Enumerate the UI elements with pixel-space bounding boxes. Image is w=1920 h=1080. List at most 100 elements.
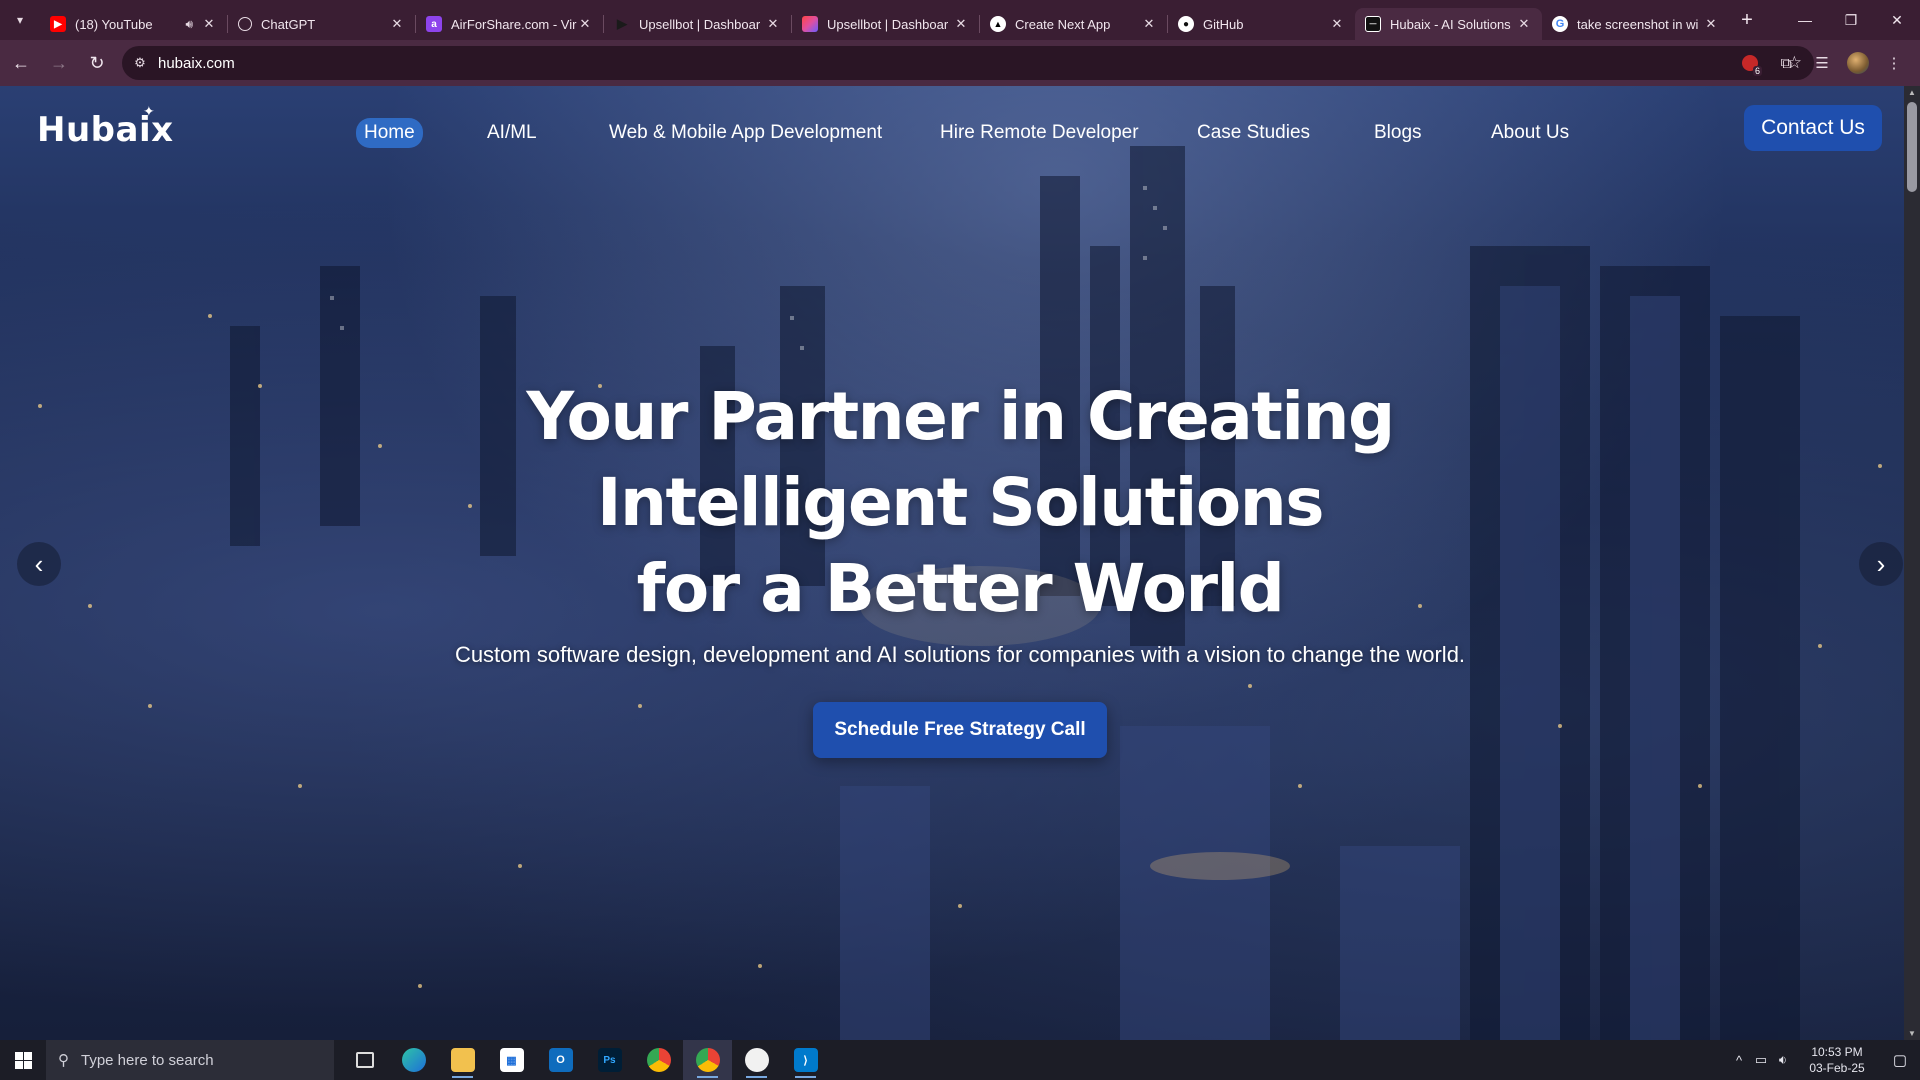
tray-overflow-icon[interactable]: ^ [1728, 1053, 1750, 1068]
media-control-button[interactable]: ☰ [1804, 46, 1840, 80]
forward-button[interactable]: → [42, 46, 76, 80]
hubaix-logo[interactable]: Hubaix ✦ [37, 104, 174, 150]
scroll-up-icon[interactable]: ▲ [1904, 88, 1920, 97]
extensions-menu-button[interactable]: ⧉ [1768, 46, 1804, 80]
browser-tab-strip: ▾ ▶ (18) YouTube 🔊︎ ✕ ChatGPT ✕ a AirFor… [0, 0, 1920, 40]
nextjs-icon: ▲ [990, 16, 1006, 32]
chevron-down-icon: ▾ [16, 13, 24, 27]
tab-title: GitHub [1203, 16, 1244, 32]
scroll-down-icon[interactable]: ▼ [1904, 1029, 1920, 1038]
window-controls: — ❐ ✕ [1782, 0, 1920, 40]
hero-subtitle: Custom software design, development and … [454, 642, 1466, 667]
notification-icon[interactable]: ▢ [1880, 1051, 1920, 1069]
edge-icon [401, 1048, 426, 1072]
close-icon[interactable]: ✕ [1516, 16, 1532, 32]
profile-button[interactable] [1840, 46, 1876, 80]
outlook-icon: O [548, 1048, 573, 1072]
reload-button[interactable]: ↻ [80, 46, 114, 80]
store-icon: ▦ [499, 1048, 524, 1072]
tab-google-search[interactable]: G take screenshot in wi ✕ [1542, 8, 1729, 40]
taskbar-store[interactable]: ▦ [487, 1040, 536, 1080]
hero-heading: Your Partner in Creating Intelligent Sol… [0, 374, 1920, 632]
carousel-prev-button[interactable]: ‹ [17, 542, 61, 586]
restore-icon: ❐ [1844, 11, 1858, 28]
taskbar-search-box[interactable]: ⚲ Type here to search [46, 1040, 334, 1080]
tab-search-button[interactable]: ▾ [0, 0, 40, 40]
tab-upsellbot-1[interactable]: ▶ Upsellbot | Dashboar ✕ [604, 8, 791, 40]
close-icon[interactable]: ✕ [201, 16, 217, 32]
network-icon[interactable]: ▭ [1750, 1052, 1772, 1068]
taskbar-chrome[interactable] [634, 1040, 683, 1080]
folder-icon [450, 1048, 475, 1072]
task-view-icon [355, 1052, 374, 1068]
address-bar[interactable]: ⚙︎ hubaix.com ☆ [122, 46, 1814, 80]
taskbar-edge[interactable] [389, 1040, 438, 1080]
taskbar-photoshop[interactable]: Ps [585, 1040, 634, 1080]
tab-create-next-app[interactable]: ▲ Create Next App ✕ [980, 8, 1167, 40]
close-icon[interactable]: ✕ [1329, 16, 1345, 32]
windows-taskbar: ⚲ Type here to search ▦ O Ps ⟩ ^ ▭ 🔉︎ 10… [0, 1040, 1920, 1080]
contact-us-button[interactable]: Contact Us [1744, 105, 1882, 151]
plus-icon: + [1741, 8, 1753, 31]
nav-about-us[interactable]: About Us [1491, 122, 1569, 144]
media-queue-icon: ☰ [1815, 55, 1829, 72]
clock[interactable]: 10:53 PM 03-Feb-25 [1794, 1044, 1880, 1076]
minimize-button[interactable]: — [1782, 0, 1828, 40]
nav-blogs[interactable]: Blogs [1374, 122, 1422, 144]
hero-heading-line-2: Intelligent Solutions [596, 464, 1325, 541]
back-button[interactable]: ← [4, 46, 38, 80]
start-button[interactable] [0, 1040, 46, 1080]
reload-icon: ↻ [89, 52, 105, 73]
google-icon: G [1552, 16, 1568, 32]
nav-web-mobile-development[interactable]: Web & Mobile App Development [609, 122, 882, 144]
tab-chatgpt[interactable]: ChatGPT ✕ [228, 8, 415, 40]
restore-button[interactable]: ❐ [1828, 0, 1874, 40]
tab-youtube[interactable]: ▶ (18) YouTube 🔊︎ ✕ [40, 8, 227, 40]
search-icon: ⚲ [58, 1052, 69, 1069]
chrome-white-icon [744, 1048, 769, 1072]
tab-github[interactable]: ● GitHub ✕ [1168, 8, 1355, 40]
close-window-button[interactable]: ✕ [1874, 0, 1920, 40]
task-view-button[interactable] [340, 1040, 389, 1080]
tab-title: Upsellbot | Dashboar [639, 16, 761, 32]
clock-date: 03-Feb-25 [1809, 1061, 1865, 1075]
taskbar-chrome-profile-2[interactable] [732, 1040, 781, 1080]
taskbar-vscode[interactable]: ⟩ [781, 1040, 830, 1080]
close-icon[interactable]: ✕ [1141, 16, 1157, 32]
schedule-strategy-call-button[interactable]: Schedule Free Strategy Call [813, 702, 1107, 758]
nav-case-studies[interactable]: Case Studies [1197, 122, 1310, 144]
nav-ai-ml[interactable]: AI/ML [487, 122, 537, 144]
new-tab-button[interactable]: + [1729, 0, 1765, 40]
tab-title: Hubaix - AI Solutions [1390, 16, 1511, 32]
toolbar-actions: 6 ⧉ ☰ ⋮ [1732, 46, 1912, 80]
chrome-profile-icon [695, 1048, 720, 1072]
speaker-icon[interactable]: 🔊︎ [185, 17, 193, 32]
chrome-menu-button[interactable]: ⋮ [1876, 46, 1912, 80]
taskbar-outlook[interactable]: O [536, 1040, 585, 1080]
hubaix-icon: — [1365, 16, 1381, 32]
page-scrollbar[interactable]: ▲ ▼ [1904, 86, 1920, 1040]
carousel-next-button[interactable]: › [1859, 542, 1903, 586]
nav-hire-remote-developer[interactable]: Hire Remote Developer [940, 122, 1139, 144]
close-icon[interactable]: ✕ [389, 16, 405, 32]
taskbar-chrome-profile[interactable] [683, 1040, 732, 1080]
site-info-icon[interactable]: ⚙︎ [122, 55, 158, 71]
nav-home[interactable]: Home [356, 118, 423, 148]
extension-button[interactable]: 6 [1732, 46, 1768, 80]
windows-logo-icon [14, 1051, 32, 1069]
tab-airforshare[interactable]: a AirForShare.com - Vir ✕ [416, 8, 603, 40]
url-text[interactable]: hubaix.com [158, 55, 235, 72]
close-icon[interactable]: ✕ [953, 16, 969, 32]
taskbar-file-explorer[interactable] [438, 1040, 487, 1080]
hubaix-homepage: Hubaix ✦ Home AI/ML Web & Mobile App Dev… [0, 86, 1920, 1040]
taskbar-apps: ▦ O Ps ⟩ [340, 1040, 830, 1080]
close-icon[interactable]: ✕ [1703, 16, 1719, 32]
volume-icon[interactable]: 🔉︎ [1772, 1052, 1794, 1068]
chrome-icon [646, 1048, 671, 1072]
youtube-icon: ▶ [50, 16, 66, 32]
close-icon[interactable]: ✕ [577, 16, 593, 32]
tab-upsellbot-2[interactable]: Upsellbot | Dashboar ✕ [792, 8, 979, 40]
scrollbar-thumb[interactable] [1907, 102, 1917, 192]
close-icon[interactable]: ✕ [765, 16, 781, 32]
tab-hubaix[interactable]: — Hubaix - AI Solutions ✕ [1355, 8, 1542, 40]
